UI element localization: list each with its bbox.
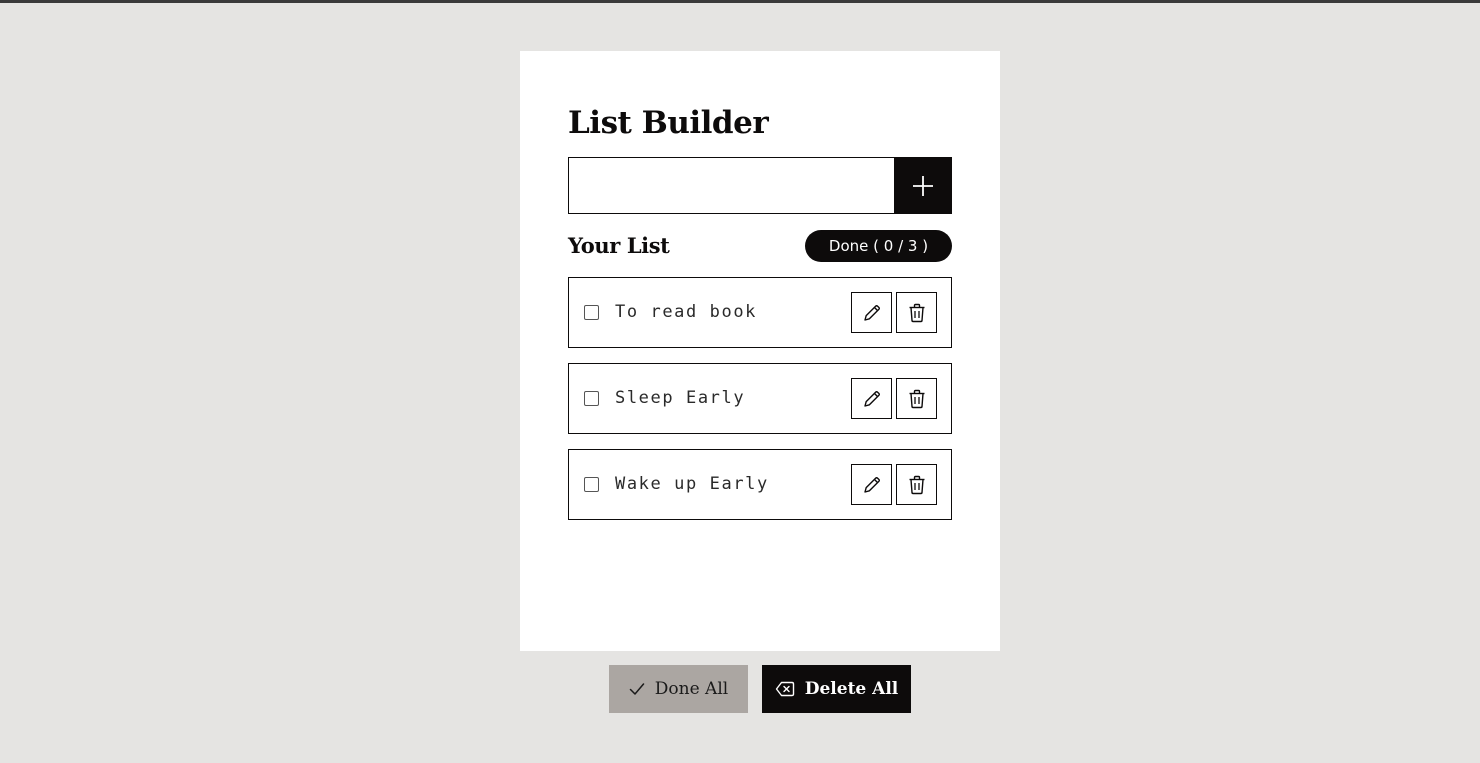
delete-all-button[interactable]: Delete All <box>762 665 911 713</box>
done-count-badge: Done ( 0 / 3 ) <box>805 230 952 262</box>
list-item: Sleep Early <box>568 363 952 434</box>
new-item-input[interactable] <box>568 157 894 214</box>
done-all-button[interactable]: Done All <box>609 665 748 713</box>
list-item: Wake up Early <box>568 449 952 520</box>
check-icon <box>629 683 645 695</box>
item-checkbox[interactable] <box>584 391 599 406</box>
list-header: Your List Done ( 0 / 3 ) <box>568 230 952 262</box>
pencil-icon <box>863 390 880 407</box>
edit-button[interactable] <box>851 464 892 505</box>
delete-button[interactable] <box>896 464 937 505</box>
list-card: List Builder Your List Done ( 0 / 3 ) To… <box>520 51 1000 651</box>
done-all-label: Done All <box>654 679 729 699</box>
item-checkbox[interactable] <box>584 305 599 320</box>
list-item: To read book <box>568 277 952 348</box>
item-label: To read book <box>615 302 758 322</box>
item-label: Wake up Early <box>615 474 769 494</box>
edit-button[interactable] <box>851 378 892 419</box>
delete-button[interactable] <box>896 378 937 419</box>
item-label: Sleep Early <box>615 388 746 408</box>
list-title: Your List <box>568 233 670 258</box>
edit-button[interactable] <box>851 292 892 333</box>
page-title: List Builder <box>568 105 769 141</box>
backspace-icon <box>775 681 794 697</box>
pencil-icon <box>863 304 880 321</box>
add-item-button[interactable] <box>894 157 952 214</box>
trash-icon <box>909 303 924 322</box>
delete-all-label: Delete All <box>804 679 899 699</box>
plus-icon <box>913 175 933 196</box>
todo-list: To read book Sleep Early Wake up Early <box>568 277 952 535</box>
pencil-icon <box>863 476 880 493</box>
delete-button[interactable] <box>896 292 937 333</box>
trash-icon <box>909 389 924 408</box>
window-top-border <box>0 0 1480 3</box>
trash-icon <box>909 475 924 494</box>
add-item-row <box>568 157 952 214</box>
item-checkbox[interactable] <box>584 477 599 492</box>
